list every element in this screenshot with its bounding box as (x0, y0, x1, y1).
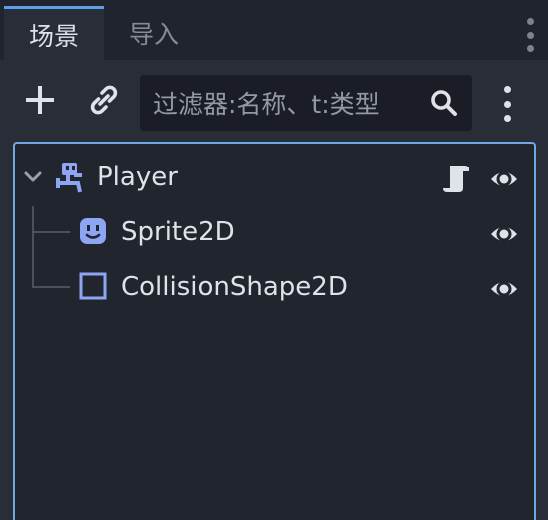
scene-menu-icon[interactable] (500, 86, 514, 122)
tree-row-sprite2d[interactable]: Sprite2D (15, 207, 534, 259)
visibility-eye-icon[interactable] (489, 164, 519, 194)
chevron-down-icon[interactable] (23, 169, 43, 185)
tree-row-player[interactable]: Player (15, 152, 534, 204)
scene-dock: 场景 导入 过滤器:名称、t:类型 Player Sprite2D Collis… (0, 0, 548, 520)
tab-scene[interactable]: 场景 (4, 6, 104, 60)
visibility-eye-icon[interactable] (489, 219, 519, 249)
character-body-icon (56, 163, 82, 193)
tab-import[interactable]: 导入 (104, 6, 204, 60)
search-icon (431, 90, 457, 116)
filter-nodes-input[interactable]: 过滤器:名称、t:类型 (140, 75, 472, 131)
sprite-icon (80, 218, 106, 244)
filter-placeholder: 过滤器:名称、t:类型 (153, 90, 380, 119)
tree-row-collisionshape2d[interactable]: CollisionShape2D (15, 262, 534, 314)
script-icon[interactable] (441, 162, 471, 194)
node-name: Sprite2D (121, 217, 235, 247)
add-node-button[interactable] (18, 78, 62, 122)
collision-shape-icon (79, 272, 107, 300)
scene-toolbar: 过滤器:名称、t:类型 (0, 60, 548, 140)
link-icon (90, 85, 118, 115)
visibility-eye-icon[interactable] (489, 274, 519, 304)
plus-icon (26, 86, 54, 114)
scene-tree: Player Sprite2D CollisionShape2D (13, 142, 536, 520)
tab-menu-icon[interactable] (526, 18, 534, 52)
node-name: Player (97, 162, 178, 192)
node-name: CollisionShape2D (121, 272, 348, 302)
instance-child-scene-button[interactable] (82, 78, 126, 122)
dock-tab-bar: 场景 导入 (0, 0, 548, 60)
